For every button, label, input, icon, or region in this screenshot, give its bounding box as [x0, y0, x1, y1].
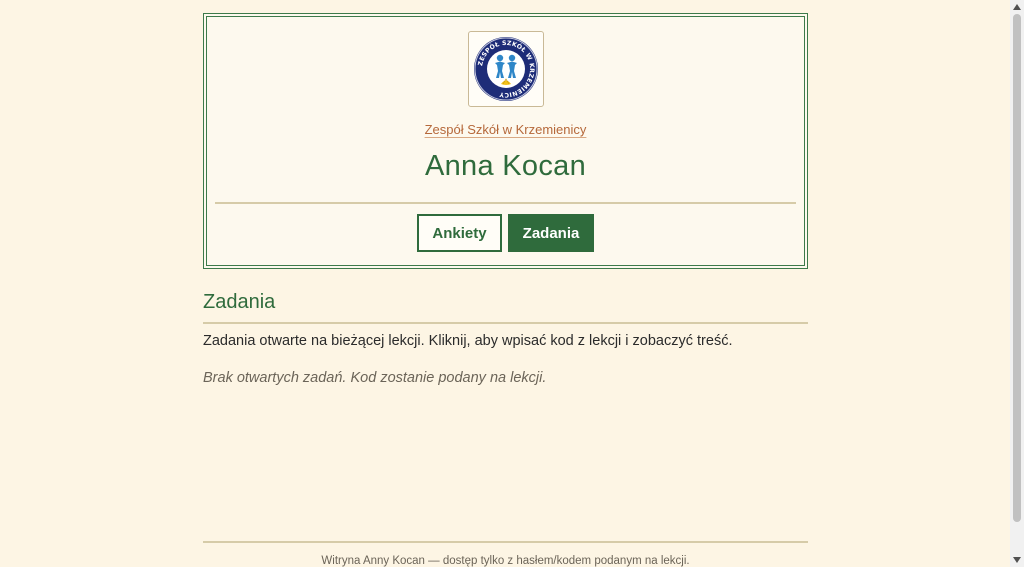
header-card: ZESPÓŁ SZKÓŁ W KRZEMIENICY Zespół Szkół …	[203, 13, 808, 269]
school-link-wrapper: Zespół Szkół w Krzemienicy	[204, 122, 807, 137]
section-description: Zadania otwarte na bieżącej lekcji. Klik…	[203, 333, 733, 349]
section-title: Zadania	[203, 291, 276, 313]
page-title: Anna Kocan	[424, 150, 586, 182]
empty-state-message: Brak otwartych zadań. Kod zostanie podan…	[203, 370, 547, 386]
triangle-down-icon	[1013, 557, 1021, 563]
footer-text: Witryna Anny Kocan — dostęp tylko z hasł…	[321, 555, 690, 567]
school-emblem-icon: ZESPÓŁ SZKÓŁ W KRZEMIENICY	[474, 37, 538, 101]
main-nav: Ankiety Zadania	[204, 214, 807, 252]
header-divider	[215, 202, 796, 204]
triangle-up-icon	[1013, 4, 1021, 10]
nav-ankiety-button[interactable]: Ankiety	[417, 214, 502, 252]
page-container: ZESPÓŁ SZKÓŁ W KRZEMIENICY Zespół Szkół …	[203, 13, 808, 567]
scrollbar-thumb[interactable]	[1013, 14, 1021, 522]
vertical-scrollbar[interactable]	[1010, 0, 1024, 567]
nav-zadania-button[interactable]: Zadania	[508, 214, 594, 252]
school-name-link[interactable]: Zespół Szkół w Krzemienicy	[425, 122, 587, 137]
scroll-up-button[interactable]	[1010, 0, 1024, 14]
school-logo: ZESPÓŁ SZKÓŁ W KRZEMIENICY	[468, 31, 544, 107]
section-divider	[203, 322, 808, 324]
footer-divider	[203, 541, 808, 543]
scroll-down-button[interactable]	[1010, 553, 1024, 567]
